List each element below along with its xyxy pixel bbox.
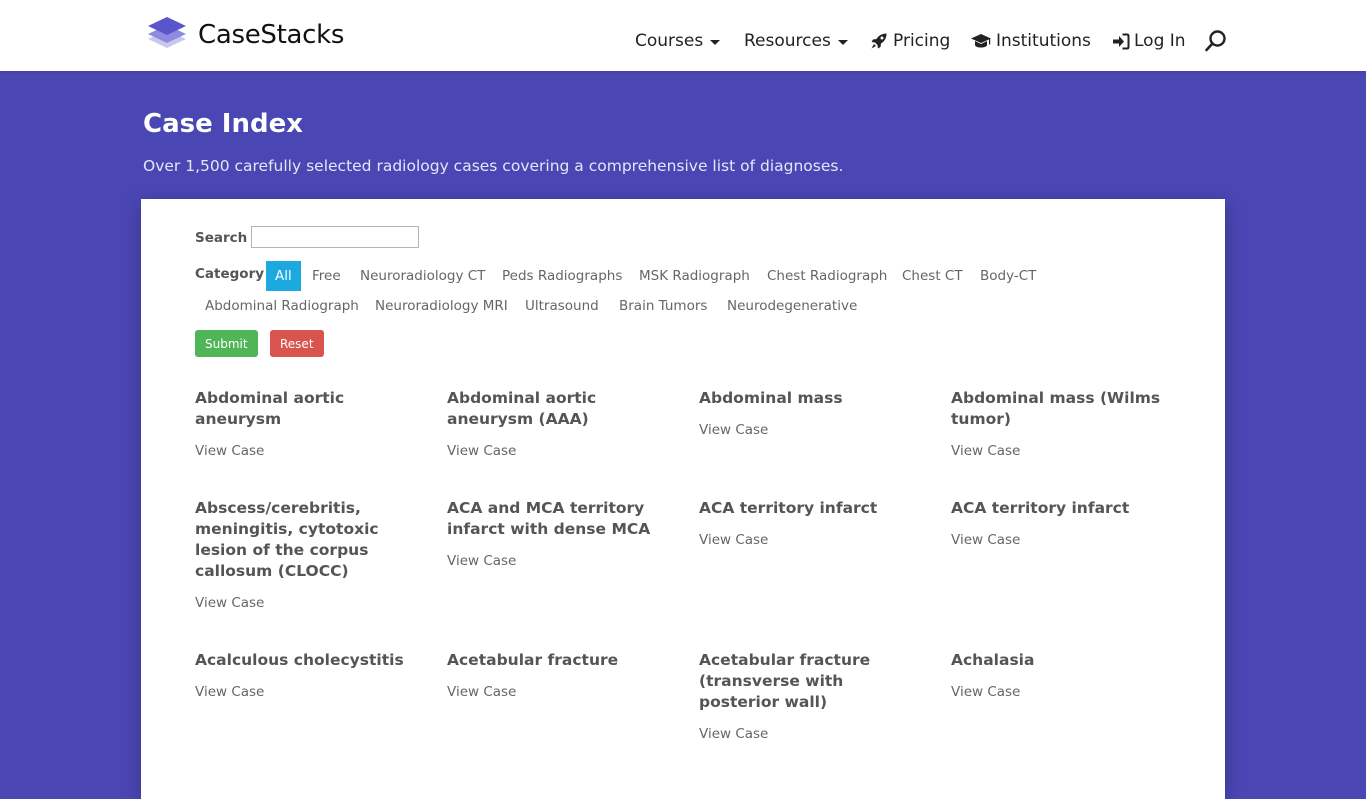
nav-login-label: Log In <box>1134 31 1186 51</box>
search-icon <box>1205 30 1226 52</box>
case-item: Abdominal aortic aneurysm (AAA) View Cas… <box>447 388 671 460</box>
rocket-icon <box>871 33 887 49</box>
case-title[interactable]: Abscess/cerebritis, meningitis, cytotoxi… <box>195 498 419 582</box>
view-case-link[interactable]: View Case <box>195 683 419 701</box>
nav-login[interactable]: Log In <box>1112 29 1186 53</box>
case-title[interactable]: Abdominal aortic aneurysm (AAA) <box>447 388 671 430</box>
case-title[interactable]: ACA and MCA territory infarct with dense… <box>447 498 671 540</box>
case-title[interactable]: Acalculous cholecystitis <box>195 650 419 671</box>
view-case-link[interactable]: View Case <box>447 442 671 460</box>
nav-resources[interactable]: Resources <box>744 29 848 53</box>
view-case-link[interactable]: View Case <box>447 552 671 570</box>
sign-in-icon <box>1113 33 1130 49</box>
category-body-ct[interactable]: Body-CT <box>980 261 1036 291</box>
case-title[interactable]: Abdominal mass (Wilms tumor) <box>951 388 1175 430</box>
case-item: Abscess/cerebritis, meningitis, cytotoxi… <box>195 498 419 612</box>
site-header: CaseStacks Courses Resources Pricing Ins… <box>0 0 1366 71</box>
case-item: Achalasia View Case <box>951 650 1175 701</box>
nav-resources-label: Resources <box>744 31 831 51</box>
case-item: Abdominal mass View Case <box>699 388 923 439</box>
caret-down-icon <box>710 39 721 45</box>
nav-courses[interactable]: Courses <box>635 29 721 53</box>
category-brain-tumors[interactable]: Brain Tumors <box>619 291 707 321</box>
nav-institutions[interactable]: Institutions <box>970 29 1091 53</box>
caret-down-icon <box>837 39 848 45</box>
search-toggle[interactable] <box>1204 29 1228 53</box>
category-neuroradiology-ct[interactable]: Neuroradiology CT <box>360 261 485 291</box>
case-title[interactable]: ACA territory infarct <box>699 498 923 519</box>
submit-button[interactable]: Submit <box>195 330 258 357</box>
case-item: ACA territory infarct View Case <box>951 498 1175 549</box>
case-item: ACA territory infarct View Case <box>699 498 923 549</box>
case-item: ACA and MCA territory infarct with dense… <box>447 498 671 570</box>
category-abdominal-radiograph[interactable]: Abdominal Radiograph <box>205 291 359 321</box>
case-title[interactable]: Acetabular fracture <box>447 650 671 671</box>
case-title[interactable]: Acetabular fracture (transverse with pos… <box>699 650 923 713</box>
category-ultrasound[interactable]: Ultrasound <box>525 291 599 321</box>
case-item: Abdominal mass (Wilms tumor) View Case <box>951 388 1175 460</box>
view-case-link[interactable]: View Case <box>951 683 1175 701</box>
case-title[interactable]: Achalasia <box>951 650 1175 671</box>
case-item: Abdominal aortic aneurysm View Case <box>195 388 419 460</box>
category-all[interactable]: All <box>266 261 301 291</box>
category-neuroradiology-mri[interactable]: Neuroradiology MRI <box>375 291 508 321</box>
category-chest-ct[interactable]: Chest CT <box>902 261 963 291</box>
page-subtitle: Over 1,500 carefully selected radiology … <box>143 157 844 175</box>
category-peds-radiographs[interactable]: Peds Radiographs <box>502 261 622 291</box>
case-title[interactable]: ACA territory infarct <box>951 498 1175 519</box>
case-item: Acalculous cholecystitis View Case <box>195 650 419 701</box>
nav-pricing[interactable]: Pricing <box>870 29 950 53</box>
category-neurodegenerative[interactable]: Neurodegenerative <box>727 291 857 321</box>
view-case-link[interactable]: View Case <box>951 442 1175 460</box>
case-title[interactable]: Abdominal aortic aneurysm <box>195 388 419 430</box>
case-item: Acetabular fracture View Case <box>447 650 671 701</box>
graduation-cap-icon <box>971 34 991 48</box>
view-case-link[interactable]: View Case <box>699 725 923 743</box>
search-input[interactable] <box>251 226 419 248</box>
view-case-link[interactable]: View Case <box>699 531 923 549</box>
reset-button[interactable]: Reset <box>270 330 324 357</box>
nav-courses-label: Courses <box>635 31 704 51</box>
view-case-link[interactable]: View Case <box>447 683 671 701</box>
main-nav: Courses Resources Pricing Institutions L… <box>0 29 1366 53</box>
view-case-link[interactable]: View Case <box>699 421 923 439</box>
category-free[interactable]: Free <box>312 261 341 291</box>
category-msk-radiograph[interactable]: MSK Radiograph <box>639 261 750 291</box>
category-label: Category <box>195 266 265 282</box>
view-case-link[interactable]: View Case <box>951 531 1175 549</box>
case-item: Acetabular fracture (transverse with pos… <box>699 650 923 743</box>
category-chest-radiograph[interactable]: Chest Radiograph <box>767 261 887 291</box>
search-label: Search <box>195 230 248 246</box>
view-case-link[interactable]: View Case <box>195 594 419 612</box>
case-index-panel: Search Category All Free Neuroradiology … <box>141 199 1225 799</box>
nav-institutions-label: Institutions <box>996 31 1091 51</box>
case-title[interactable]: Abdominal mass <box>699 388 923 409</box>
nav-pricing-label: Pricing <box>893 31 951 51</box>
page-title: Case Index <box>143 109 303 139</box>
view-case-link[interactable]: View Case <box>195 442 419 460</box>
